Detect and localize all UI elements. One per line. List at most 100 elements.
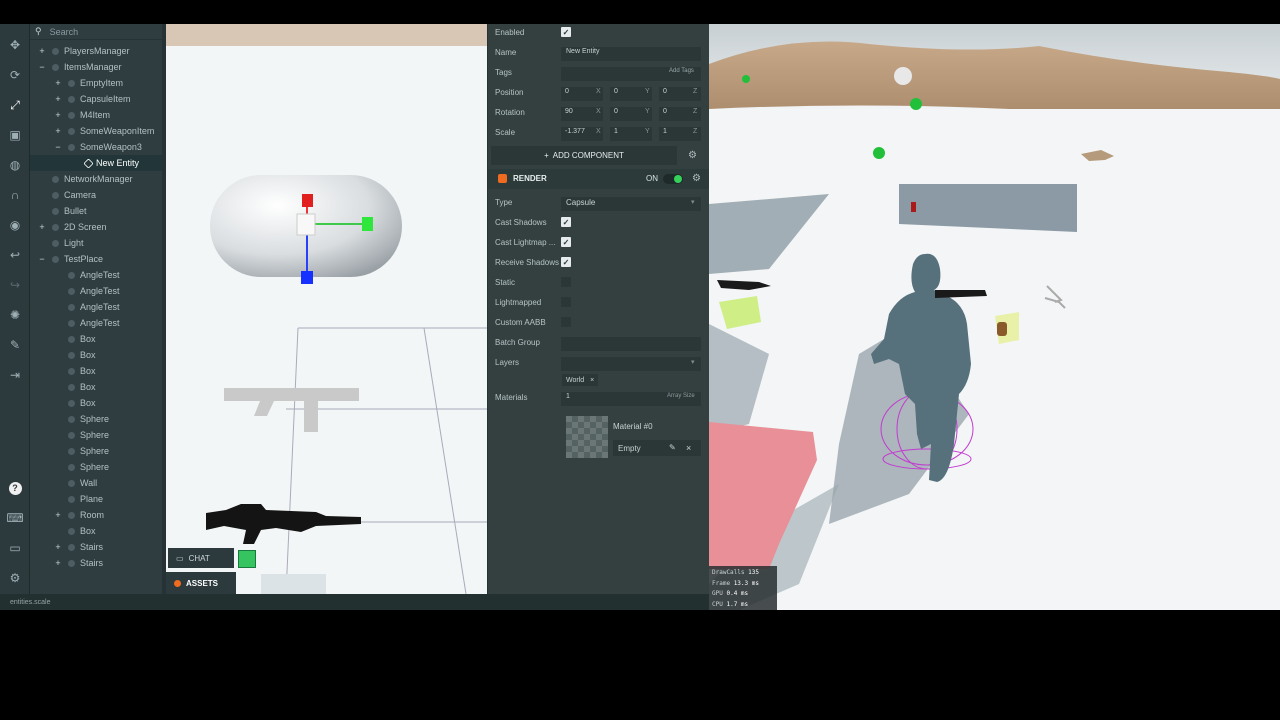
enabled-checkbox[interactable]: ✓ xyxy=(561,27,571,37)
expand-icon[interactable]: + xyxy=(54,94,62,104)
tree-item[interactable]: Box xyxy=(30,523,162,539)
custom-aabb-checkbox[interactable] xyxy=(561,317,571,327)
edit-icon[interactable]: ✎ xyxy=(6,336,24,354)
tree-item[interactable]: New Entity xyxy=(30,155,162,171)
expand-icon[interactable]: + xyxy=(38,46,46,56)
tree-item[interactable]: Box xyxy=(30,331,162,347)
tree-item[interactable]: Plane xyxy=(30,491,162,507)
static-checkbox[interactable] xyxy=(561,277,571,287)
tree-item[interactable]: NetworkManager xyxy=(30,171,162,187)
help-icon[interactable]: ? xyxy=(6,479,24,497)
tree-item[interactable]: + SomeWeaponItem xyxy=(30,123,162,139)
hierarchy-search[interactable]: ⚲ Search xyxy=(30,24,162,40)
layers-select[interactable] xyxy=(561,357,701,371)
settings-icon[interactable]: ⚙ xyxy=(6,569,24,587)
tree-item[interactable]: − SomeWeapon3 xyxy=(30,139,162,155)
scale-icon[interactable]: ⤢ xyxy=(6,96,24,114)
batch-group-field[interactable] xyxy=(561,337,701,351)
entity-settings-gear-icon[interactable]: ⚙ xyxy=(688,150,697,161)
user-avatar[interactable] xyxy=(238,550,256,568)
render-component-header[interactable]: RENDER ON ⚙ xyxy=(488,169,709,189)
position-row: Position 0 0 0 X Y Z xyxy=(488,84,709,104)
light-icon[interactable]: ✺ xyxy=(6,306,24,324)
material-asset-field[interactable]: Empty ✎ × xyxy=(613,440,701,456)
tree-item[interactable]: Light xyxy=(30,235,162,251)
collapse-icon[interactable]: − xyxy=(54,142,62,152)
history-icon[interactable]: ↩ xyxy=(6,246,24,264)
tree-item[interactable]: Wall xyxy=(30,475,162,491)
add-tags-button[interactable]: Add Tags xyxy=(669,68,694,74)
render-settings-gear-icon[interactable]: ⚙ xyxy=(692,173,701,184)
world-icon[interactable]: ◍ xyxy=(6,156,24,174)
hierarchy-panel: ⚲ Search + PlayersManager − ItemsManager + Em… xyxy=(30,24,162,594)
undo-icon[interactable]: ↪ xyxy=(6,276,24,294)
entity-node-icon xyxy=(68,559,75,567)
expand-icon[interactable]: + xyxy=(54,78,62,88)
expand-icon[interactable]: + xyxy=(38,222,46,232)
tree-item[interactable]: Box xyxy=(30,395,162,411)
clear-material-icon[interactable]: × xyxy=(686,443,691,453)
collapse-icon[interactable]: − xyxy=(38,62,46,72)
game-viewport[interactable]: DrawCalls 135 Frame 13.3 ms GPU 0.4 ms C… xyxy=(709,24,1280,610)
cast-shadows-checkbox[interactable]: ✓ xyxy=(561,217,571,227)
scale-y-value: 1 xyxy=(614,128,618,135)
material-thumbnail[interactable] xyxy=(566,416,608,458)
tree-item[interactable]: AngleTest xyxy=(30,283,162,299)
tree-item[interactable]: − ItemsManager xyxy=(30,59,162,75)
tree-item[interactable]: + Stairs xyxy=(30,539,162,555)
publish-icon[interactable]: ⇥ xyxy=(6,366,24,384)
edit-icon[interactable]: ✎ xyxy=(669,443,676,452)
resize-icon[interactable]: ▣ xyxy=(6,126,24,144)
expand-icon[interactable]: + xyxy=(54,110,62,120)
move-icon[interactable]: ✥ xyxy=(6,36,24,54)
type-value: Capsule xyxy=(566,198,596,207)
position-label: Position xyxy=(495,88,524,97)
tree-item[interactable]: Sphere xyxy=(30,427,162,443)
tree-item[interactable]: Box xyxy=(30,379,162,395)
tree-item[interactable]: Sphere xyxy=(30,459,162,475)
chat-tab[interactable]: ▭ CHAT xyxy=(168,548,234,568)
tree-item[interactable]: + M4Item xyxy=(30,107,162,123)
remove-layer-icon[interactable]: × xyxy=(590,377,594,384)
tree-item[interactable]: AngleTest xyxy=(30,299,162,315)
tree-item[interactable]: + PlayersManager xyxy=(30,43,162,59)
render-enabled-toggle[interactable] xyxy=(663,174,683,184)
cast-lightmap-checkbox[interactable]: ✓ xyxy=(561,237,571,247)
lightmapped-checkbox[interactable] xyxy=(561,297,571,307)
tree-item[interactable]: − TestPlace xyxy=(30,251,162,267)
tree-item[interactable]: Box xyxy=(30,347,162,363)
tree-item[interactable]: + Room xyxy=(30,507,162,523)
tree-item[interactable]: AngleTest xyxy=(30,315,162,331)
search-input[interactable]: Search xyxy=(50,27,79,37)
tree-item[interactable]: Box xyxy=(30,363,162,379)
expand-icon[interactable]: + xyxy=(54,558,62,568)
tree-item-label: Sphere xyxy=(80,462,110,472)
expand-icon[interactable]: + xyxy=(54,126,62,136)
collapse-icon[interactable]: − xyxy=(38,254,46,264)
tree-item[interactable]: + Stairs xyxy=(30,555,162,571)
layer-chip-world[interactable]: World × xyxy=(562,374,599,386)
gizmo-y-handle xyxy=(302,194,313,207)
tree-item[interactable]: +2D Screen xyxy=(30,219,162,235)
expand-icon[interactable]: + xyxy=(54,542,62,552)
tree-item[interactable]: Bullet xyxy=(30,203,162,219)
plus-icon: + xyxy=(544,151,549,160)
assets-tab[interactable]: ASSETS xyxy=(166,572,236,594)
tree-item[interactable]: Sphere xyxy=(30,443,162,459)
tree-item[interactable]: + EmptyItem xyxy=(30,75,162,91)
rotate-icon[interactable]: ⟳ xyxy=(6,66,24,84)
keyboard-icon[interactable]: ⌨ xyxy=(6,509,24,527)
tree-item[interactable]: Camera xyxy=(30,187,162,203)
expand-icon[interactable]: + xyxy=(54,510,62,520)
add-component-button[interactable]: + ADD COMPONENT xyxy=(491,146,677,165)
tree-item[interactable]: AngleTest xyxy=(30,267,162,283)
view-icon[interactable]: ◉ xyxy=(6,216,24,234)
tree-item[interactable]: Sphere xyxy=(30,411,162,427)
chat-icon[interactable]: ▭ xyxy=(6,539,24,557)
receive-shadows-checkbox[interactable]: ✓ xyxy=(561,257,571,267)
editor-viewport[interactable]: ▭ CHAT ASSETS xyxy=(166,24,487,594)
layers-label: Layers xyxy=(495,358,520,367)
tree-item-label: TestPlace xyxy=(64,254,104,264)
tree-item[interactable]: + CapsuleItem xyxy=(30,91,162,107)
magnet-icon[interactable]: ∩ xyxy=(6,186,24,204)
